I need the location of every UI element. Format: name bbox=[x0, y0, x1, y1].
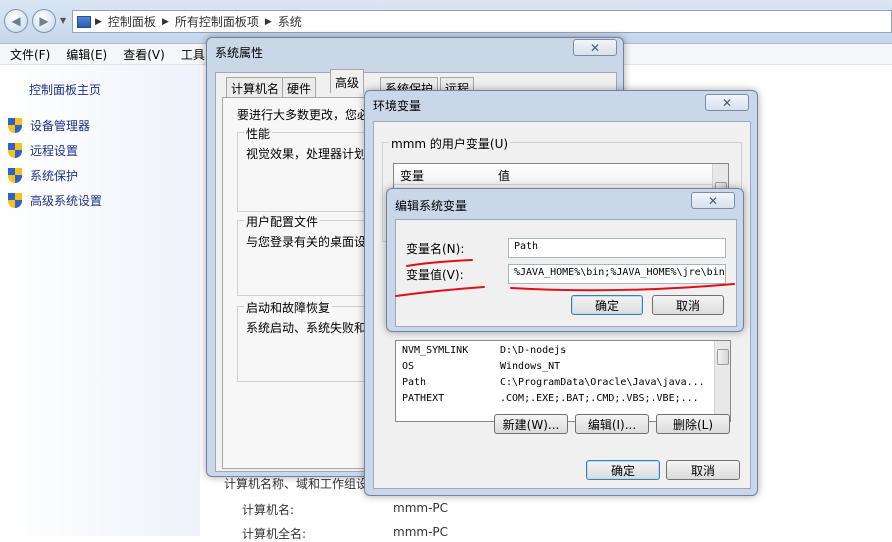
tab-advanced[interactable]: 高级 bbox=[330, 69, 365, 93]
annotation-underline-label bbox=[395, 286, 485, 297]
annotation-overlay bbox=[395, 259, 735, 297]
annotation-underline-name bbox=[406, 259, 473, 267]
annotation-underline-value bbox=[510, 283, 735, 292]
